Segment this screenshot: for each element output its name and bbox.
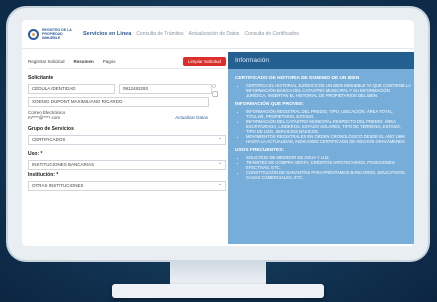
clear-request-button[interactable]: Limpiar Solicitud	[182, 56, 226, 66]
nav-item-consulta-tramites[interactable]: Consulta de Trámites	[136, 31, 183, 37]
section2-item: TRÁMITES DE COMPRA VENTA, CRÉDITOS HIPOT…	[246, 160, 411, 170]
id-type-field[interactable]: CÉDULA IDENTIDAD	[28, 84, 115, 94]
info-panel-title: Información	[228, 52, 414, 69]
email-value: m****@****.com	[28, 115, 61, 120]
tab-resumen[interactable]: Resumen	[74, 59, 94, 64]
section2-title: USOS FRECUENTES:	[235, 148, 285, 153]
section1-item: MOVIMIENTOS REGISTRALES EN ORDEN CRONOLÓ…	[246, 134, 411, 144]
section2-item: CONSTITUCIÓN DE GARANTÍAS PARA PRÉSTAMOS…	[246, 170, 411, 180]
side-icons: ○ ▢	[212, 83, 219, 98]
nav-item-servicios[interactable]: Servicios en Línea	[83, 31, 131, 37]
use-label: Uso: *	[28, 151, 43, 157]
request-form: Registrar Solicitud Resumen Pagos Limpia…	[28, 54, 226, 244]
top-nav: REGISTRO DE LA PROPIEDAD INMUEBLE Servic…	[22, 20, 414, 49]
section1-item: INFORMACIÓN DEL CATASTRO MUNICIPAL RESPE…	[246, 119, 411, 134]
info-heading: CERTIFICADO DE HISTORIA DE DOMINIO DE UN…	[235, 76, 360, 81]
monitor-frame: REGISTRO DE LA PROPIEDAD INMUEBLE Servic…	[8, 8, 428, 260]
logo[interactable]: REGISTRO DE LA PROPIEDAD INMUEBLE	[28, 28, 72, 40]
nav-item-actualizacion-datos[interactable]: Actualización de Datos	[189, 31, 240, 37]
institution-label: Institución: *	[28, 172, 59, 178]
institution-select[interactable]: OTRAS INSTITUCIONES	[28, 180, 226, 191]
form-tabs: Registrar Solicitud Resumen Pagos Limpia…	[28, 54, 226, 69]
info-panel: Información CERTIFICADO DE HISTORIA DE D…	[228, 52, 414, 244]
group-label: Grupo de Servicios	[28, 126, 74, 132]
solicitante-label: Solicitante	[28, 75, 54, 81]
logo-icon	[28, 28, 39, 40]
group-select[interactable]: CERTIFICADOS	[28, 134, 226, 145]
monitor-neck	[170, 260, 266, 286]
monitor-base	[112, 284, 324, 298]
screen: REGISTRO DE LA PROPIEDAD INMUEBLE Servic…	[22, 20, 414, 246]
update-data-link[interactable]: Actualizar Datos	[175, 115, 208, 120]
use-select[interactable]: INSTITUCIONES BANCARIAS	[28, 159, 226, 170]
nav-item-consulta-certificados[interactable]: Consulta de Certificados	[244, 31, 298, 37]
info-intro: CERTIFICA EL HISTORIAL JURÍDICO DE UN BI…	[246, 83, 411, 98]
user-icon[interactable]: ○	[212, 83, 219, 90]
name-field[interactable]: XOENIG DUPONT MAXIMILIANO RICARDO	[28, 97, 209, 107]
lock-icon[interactable]: ▢	[212, 91, 219, 98]
logo-text: REGISTRO DE LA PROPIEDAD INMUEBLE	[42, 28, 72, 40]
tab-registrar[interactable]: Registrar Solicitud	[28, 59, 65, 64]
id-number-field[interactable]: 0912483293	[119, 84, 212, 94]
section1-title: INFORMACIÓN QUE PROVEE:	[235, 102, 305, 107]
tab-pagos[interactable]: Pagos	[103, 59, 116, 64]
info-panel-body: CERTIFICADO DE HISTORIA DE DOMINIO DE UN…	[228, 69, 414, 244]
section1-item: INFORMACIÓN REGISTRAL DEL PREDIO, TIPO, …	[246, 109, 411, 119]
